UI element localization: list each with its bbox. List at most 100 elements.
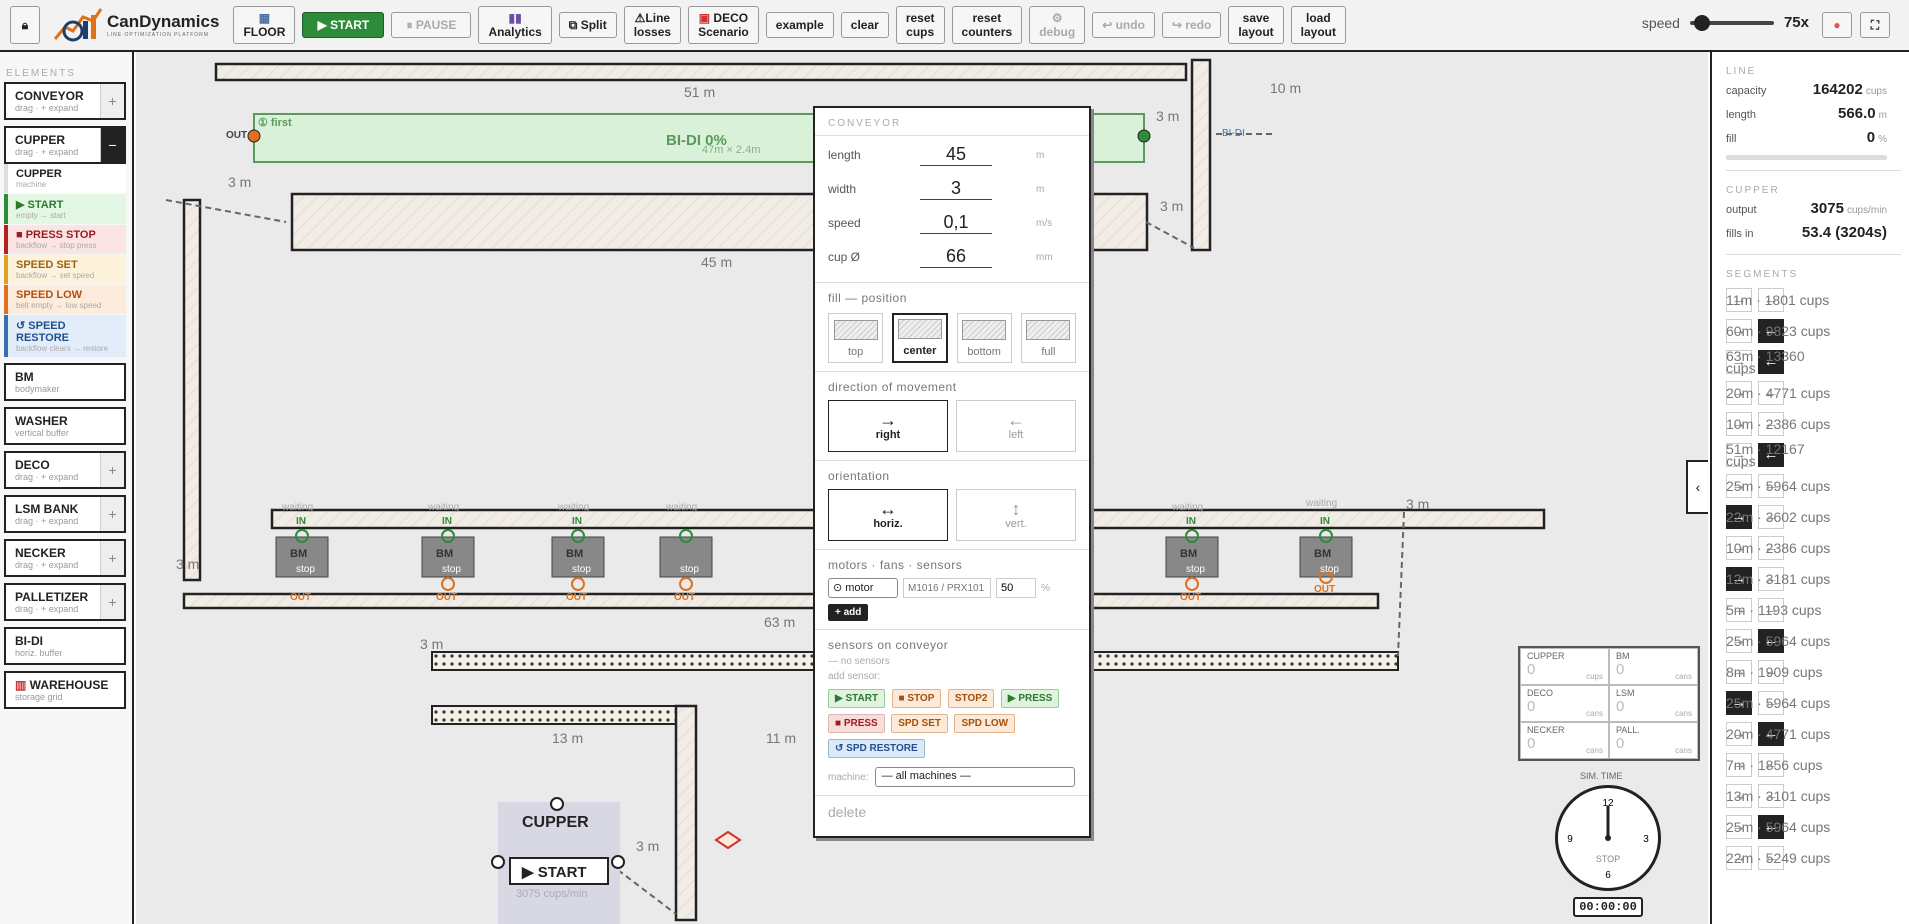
speed-slider[interactable]	[1689, 14, 1774, 31]
load-layout-button[interactable]: load layout	[1290, 6, 1347, 44]
orientation-vertical-label: vert.	[1005, 518, 1027, 530]
redo-button[interactable]: ↪ redo	[1161, 12, 1222, 38]
orientation-horizontal-button[interactable]: ↔ horiz.	[828, 489, 948, 541]
machine-select[interactable]: — all machines —	[874, 767, 1075, 787]
fill-center-label: center	[903, 345, 937, 357]
reset-cups-button[interactable]: reset cups	[895, 6, 945, 44]
clear-button[interactable]: clear	[840, 12, 889, 38]
sensor-speed-set-item[interactable]: SPEED SET backflow → set speed	[4, 255, 126, 284]
reset-counters-label-2: counters	[961, 25, 1013, 39]
element-cupper[interactable]: CUPPER drag · + expand −	[4, 126, 126, 164]
sensor-press-stop-item[interactable]: ■ PRESS STOP backflow → stop press	[4, 225, 126, 254]
conveyor-dotted-2[interactable]	[431, 705, 683, 725]
line-losses-button[interactable]: ⚠Line losses	[623, 6, 682, 44]
fullscreen-button[interactable]: ⛶	[1860, 12, 1890, 38]
cupper-machine-item[interactable]: CUPPER machine	[4, 164, 126, 193]
undo-button[interactable]: ↩ undo	[1092, 12, 1155, 38]
add-speed-low-sensor-chip[interactable]: SPD LOW	[954, 714, 1016, 733]
expand-lsm-button[interactable]: +	[100, 497, 124, 531]
expand-deco-button[interactable]: +	[100, 453, 124, 487]
fill-full-option[interactable]: full	[1020, 313, 1077, 363]
sensor-speed-low-item[interactable]: SPEED LOW belt empty → low speed	[4, 285, 126, 314]
add-press-sensor-chip[interactable]: ▶ PRESS	[1000, 689, 1060, 708]
orientation-vertical-button[interactable]: ↕ vert.	[956, 489, 1076, 541]
fill-center-option[interactable]: center	[892, 313, 948, 363]
element-warehouse[interactable]: ▥ WAREHOUSE storage grid	[4, 671, 126, 709]
add-stop2-sensor-chip[interactable]: STOP2	[947, 689, 995, 708]
add-speed-restore-sensor-chip[interactable]: ↺ SPD RESTORE	[828, 739, 925, 758]
speed-control: speed 75x	[1642, 14, 1809, 31]
motor-percent-input[interactable]	[996, 578, 1036, 598]
element-bm[interactable]: BM bodymaker	[4, 363, 126, 401]
capacity-row: capacity 164202 cups	[1726, 81, 1909, 105]
reset-counters-button[interactable]: reset counters	[951, 6, 1023, 44]
collapse-right-panel-button[interactable]: ‹	[1686, 460, 1708, 514]
conveyor-left-vertical[interactable]	[182, 198, 202, 582]
width-input[interactable]: 3	[920, 178, 992, 200]
expand-palletizer-button[interactable]: +	[100, 585, 124, 619]
collapse-cupper-button[interactable]: −	[100, 128, 124, 162]
cup-diameter-input[interactable]: 66	[920, 246, 992, 268]
expand-necker-button[interactable]: +	[100, 541, 124, 575]
machine-3-stop: stop	[572, 564, 591, 575]
motor-type-select[interactable]: ⊙ motor	[828, 578, 898, 598]
analytics-button[interactable]: ▮▮ Analytics	[478, 6, 552, 44]
deco-scenario-button[interactable]: ▣ DECO Scenario	[688, 6, 759, 44]
expand-conveyor-button[interactable]: +	[100, 84, 124, 118]
motor-id-input[interactable]	[903, 578, 991, 598]
capacity-value: 164202	[1812, 81, 1863, 98]
brain-button[interactable]: ●	[1822, 12, 1852, 38]
length-input[interactable]: 45	[920, 144, 992, 166]
add-stop-sensor-chip[interactable]: ■ STOP	[891, 689, 942, 708]
machine-4-out: OUT	[674, 592, 696, 603]
conveyor-vertical-bottom[interactable]	[674, 704, 698, 922]
element-necker[interactable]: NECKER drag · + expand +	[4, 539, 126, 577]
add-motor-button[interactable]: + add	[828, 604, 869, 621]
save-label-1: save	[1242, 11, 1270, 25]
add-speed-set-sensor-chip[interactable]: SPD SET	[891, 714, 948, 733]
element-bidi[interactable]: BI-DI horiz. buffer	[4, 627, 126, 665]
segment-label: 10m · 2386 cups	[1726, 539, 1831, 556]
save-label-2: layout	[1238, 25, 1274, 39]
element-palletizer[interactable]: PALLETIZER drag · + expand +	[4, 583, 126, 621]
sensor-start-item[interactable]: ▶ START empty → start	[4, 194, 126, 224]
svg-text:3: 3	[1643, 834, 1649, 845]
output-row: output 3075 cups/min	[1726, 200, 1909, 224]
split-button[interactable]: ⧉ Split	[558, 12, 617, 38]
conveyor-right-vertical[interactable]	[1190, 58, 1212, 252]
speed-input[interactable]: 0,1	[920, 212, 992, 234]
element-lsm-bank[interactable]: LSM BANK drag · + expand +	[4, 495, 126, 533]
direction-left-button[interactable]: ← left	[956, 400, 1076, 452]
cupper-start-label[interactable]: ▶ START	[522, 863, 587, 881]
segment-row: 25m · 5964 cups → ←	[1726, 811, 1909, 842]
counter-deco: DECO 0 cans	[1520, 685, 1609, 722]
pause-button[interactable]: ⏸ PAUSE	[391, 12, 472, 38]
element-deco[interactable]: DECO drag · + expand +	[4, 451, 126, 489]
start-button[interactable]: ▶ START	[302, 12, 385, 38]
element-conveyor[interactable]: CONVEYOR drag · + expand +	[4, 82, 126, 120]
reset-cups-label-1: reset	[905, 11, 935, 25]
speed-slider-knob[interactable]	[1694, 14, 1711, 31]
floor-button[interactable]: ▦ FLOOR	[233, 6, 296, 44]
sensor-diamond-icon[interactable]	[714, 830, 742, 850]
add-start-sensor-chip[interactable]: ▶ START	[828, 689, 886, 708]
save-layout-button[interactable]: save layout	[1228, 6, 1284, 44]
lock-button[interactable]: 🔒︎	[10, 6, 40, 44]
direction-right-button[interactable]: → right	[828, 400, 948, 452]
fill-bottom-option[interactable]: bottom	[956, 313, 1012, 363]
machine-2-in: IN	[442, 516, 452, 527]
conveyor-top[interactable]	[214, 62, 1188, 82]
add-press-stop-sensor-chip[interactable]: ■ PRESS	[828, 714, 885, 733]
debug-label: debug	[1039, 25, 1076, 39]
machine-4-stop: stop	[680, 564, 699, 575]
fill-top-option[interactable]: top	[828, 313, 884, 363]
sensor-speed-restore-item[interactable]: ↺ SPEED RESTORE backflow clears → restore	[4, 315, 126, 357]
direction-title: direction of movement	[828, 380, 957, 394]
cupper-machine-label: CUPPER	[16, 168, 62, 180]
machine-1-waiting: waiting	[282, 502, 314, 513]
delete-button[interactable]: delete	[815, 795, 1089, 828]
machine-1-in: IN	[296, 516, 306, 527]
element-washer[interactable]: WASHER vertical buffer	[4, 407, 126, 445]
debug-button[interactable]: ⚙ debug	[1029, 6, 1086, 44]
example-button[interactable]: example	[765, 12, 834, 38]
